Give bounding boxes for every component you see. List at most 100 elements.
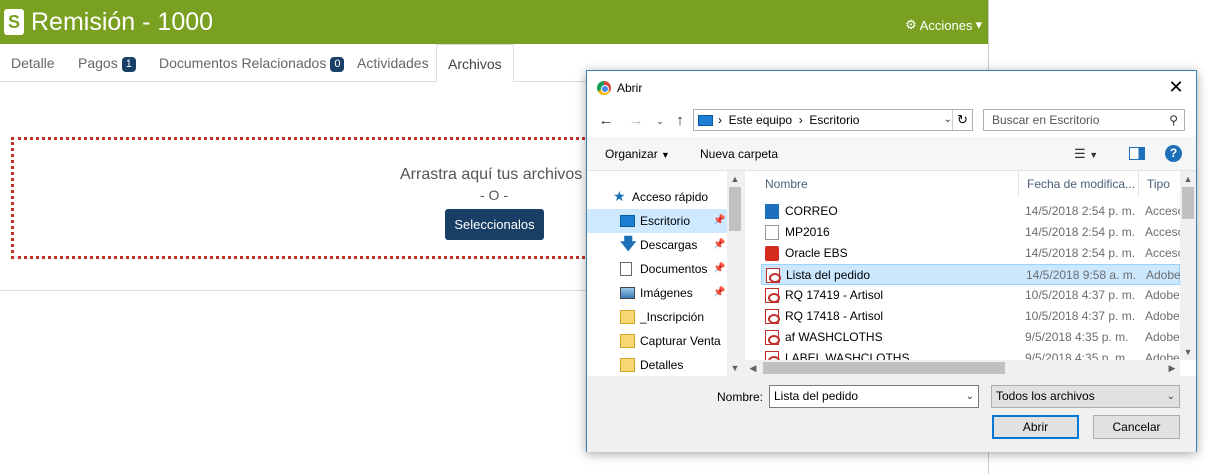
column-header: Nombre Fecha de modifica... Tipo bbox=[745, 171, 1180, 197]
up-arrow-icon[interactable]: ↑ bbox=[671, 112, 689, 130]
file-row[interactable]: MP2016 14/5/2018 2:54 p. m. Acceso bbox=[761, 222, 1184, 243]
file-row[interactable]: CORREO 14/5/2018 2:54 p. m. Acceso bbox=[761, 201, 1184, 222]
navigation-bar: ← → ⌄ ↑ › Este equipo › Escritorio ⌄ ↻ B… bbox=[587, 105, 1196, 137]
scroll-up-icon[interactable]: ▲ bbox=[727, 171, 743, 187]
file-vertical-scrollbar[interactable]: ▲ ▼ bbox=[1180, 171, 1196, 360]
file-name: CORREO bbox=[785, 204, 838, 218]
scroll-thumb[interactable] bbox=[763, 362, 1005, 374]
file-row[interactable]: RQ 17418 - Artisol 10/5/2018 4:37 p. m. … bbox=[761, 306, 1180, 327]
scroll-up-icon[interactable]: ▲ bbox=[1180, 171, 1196, 187]
file-row[interactable]: LABEL WASHCLOTHS 9/5/2018 4:35 p. m. Ado… bbox=[761, 348, 1180, 360]
file-row[interactable]: af WASHCLOTHS 9/5/2018 4:35 p. m. Adobe bbox=[761, 327, 1180, 348]
nav-item-documentos[interactable]: Documentos 📌 bbox=[587, 257, 727, 281]
scroll-thumb[interactable] bbox=[729, 187, 741, 231]
file-name: Oracle EBS bbox=[785, 246, 848, 260]
tab-archivos[interactable]: Archivos bbox=[436, 44, 514, 83]
file-type: Acceso bbox=[1145, 225, 1185, 239]
file-name: af WASHCLOTHS bbox=[785, 330, 883, 344]
file-row[interactable]: Oracle EBS 14/5/2018 2:54 p. m. Acceso bbox=[761, 243, 1184, 264]
organize-button[interactable]: Organizar ▼ bbox=[605, 147, 670, 161]
new-folder-button[interactable]: Nueva carpeta bbox=[700, 147, 778, 161]
nav-label: Acceso rápido bbox=[632, 190, 709, 204]
view-options-icon[interactable]: ☰ ▼ bbox=[1074, 146, 1098, 162]
file-date: 14/5/2018 2:54 p. m. bbox=[1025, 246, 1136, 260]
download-icon: 🡇 bbox=[620, 236, 637, 253]
caret-down-icon: ▾ bbox=[975, 17, 982, 32]
recent-locations-chevron-icon[interactable]: ⌄ bbox=[651, 112, 669, 130]
chevron-down-icon[interactable]: ⌄ bbox=[944, 110, 952, 130]
file-horizontal-scrollbar[interactable]: ◀ ▶ bbox=[745, 360, 1180, 376]
search-input[interactable]: Buscar en Escritorio ⚲ bbox=[983, 109, 1185, 131]
nav-label: Documentos bbox=[640, 262, 708, 276]
file-date: 10/5/2018 4:37 p. m. bbox=[1025, 288, 1136, 302]
scroll-right-icon[interactable]: ▶ bbox=[1164, 360, 1180, 376]
folder-icon bbox=[620, 310, 635, 324]
close-icon[interactable]: ✕ bbox=[1164, 75, 1188, 99]
chrome-icon bbox=[597, 81, 611, 95]
nav-item-escritorio[interactable]: Escritorio 📌 bbox=[587, 209, 727, 233]
nav-item-imagenes[interactable]: Imágenes 📌 bbox=[587, 281, 727, 305]
chevron-down-icon[interactable]: ⌄ bbox=[966, 386, 974, 407]
breadcrumb-folder[interactable]: Escritorio bbox=[809, 113, 859, 127]
file-type: Adobe bbox=[1145, 288, 1180, 302]
file-type-filter-select[interactable]: Todos los archivos ⌄ bbox=[991, 385, 1180, 408]
file-date: 14/5/2018 9:58 a. m. bbox=[1026, 268, 1137, 282]
nav-label: Escritorio bbox=[640, 214, 691, 228]
page-title: Remisión - 1000 bbox=[31, 8, 214, 36]
folder-icon bbox=[620, 334, 635, 348]
count-badge: 0 bbox=[330, 57, 345, 72]
nav-item-descargas[interactable]: 🡇 Descargas 📌 bbox=[587, 233, 727, 257]
scroll-down-icon[interactable]: ▼ bbox=[727, 360, 743, 376]
file-name-value: Lista del pedido bbox=[774, 389, 859, 403]
cancel-button[interactable]: Cancelar bbox=[1093, 415, 1180, 439]
tab-actividades[interactable]: Actividades bbox=[346, 44, 440, 82]
tab-detalle[interactable]: Detalle bbox=[0, 44, 66, 82]
refresh-icon[interactable]: ↻ bbox=[952, 110, 972, 130]
file-type: Adobe bbox=[1145, 351, 1180, 360]
file-date: 9/5/2018 4:35 p. m. bbox=[1025, 330, 1129, 344]
preview-pane-icon[interactable] bbox=[1129, 147, 1145, 160]
search-placeholder: Buscar en Escritorio bbox=[992, 113, 1100, 127]
nav-item-acceso-rapido[interactable]: ★ Acceso rápido bbox=[587, 185, 727, 209]
file-date: 9/5/2018 4:35 p. m. bbox=[1025, 351, 1129, 360]
nav-item-inscripcion[interactable]: _Inscripción bbox=[587, 305, 727, 329]
column-date[interactable]: Fecha de modifica... bbox=[1019, 171, 1139, 197]
nav-item-capturar-venta[interactable]: Capturar Venta bbox=[587, 329, 727, 353]
scroll-down-icon[interactable]: ▼ bbox=[1180, 344, 1196, 360]
file-row[interactable]: RQ 17419 - Artisol 10/5/2018 4:37 p. m. … bbox=[761, 285, 1180, 306]
scroll-thumb[interactable] bbox=[1182, 187, 1194, 219]
back-arrow-icon[interactable]: ← bbox=[597, 112, 615, 130]
select-files-button[interactable]: Seleccionalos bbox=[445, 209, 544, 240]
nav-label: Detalles bbox=[640, 358, 684, 372]
open-file-dialog: Abrir ✕ ← → ⌄ ↑ › Este equipo › Escritor… bbox=[586, 70, 1197, 452]
forward-arrow-icon[interactable]: → bbox=[627, 112, 645, 130]
shortcut-icon bbox=[765, 204, 779, 219]
folder-icon bbox=[620, 358, 635, 372]
file-date: 14/5/2018 2:54 p. m. bbox=[1025, 204, 1136, 218]
column-type[interactable]: Tipo bbox=[1139, 171, 1180, 197]
nav-scrollbar[interactable]: ▲ ▼ bbox=[727, 171, 743, 376]
file-date: 10/5/2018 4:37 p. m. bbox=[1025, 309, 1136, 323]
tab-label: Archivos bbox=[448, 56, 502, 72]
dropzone-or: - O - bbox=[480, 187, 508, 203]
open-button[interactable]: Abrir bbox=[992, 415, 1079, 439]
tab-label: Actividades bbox=[357, 55, 429, 71]
help-icon[interactable]: ? bbox=[1165, 145, 1182, 162]
nav-label: Descargas bbox=[640, 238, 698, 252]
file-row-selected[interactable]: Lista del pedido 14/5/2018 9:58 a. m. Ad… bbox=[761, 264, 1181, 285]
star-icon: ★ bbox=[613, 188, 626, 204]
file-name: RQ 17418 - Artisol bbox=[785, 309, 884, 323]
pin-icon: 📌 bbox=[713, 263, 726, 274]
address-bar[interactable]: › Este equipo › Escritorio ⌄ ↻ bbox=[693, 109, 973, 131]
tab-label: Detalle bbox=[11, 55, 55, 71]
column-name[interactable]: Nombre bbox=[757, 171, 1019, 197]
file-name-input[interactable]: Lista del pedido ⌄ bbox=[769, 385, 979, 408]
app-header: S Remisión - 1000 ⚙ Acciones ▾ bbox=[0, 0, 988, 44]
actions-menu-button[interactable]: ⚙ Acciones ▾ bbox=[905, 17, 982, 33]
breadcrumb-root[interactable]: Este equipo bbox=[729, 113, 792, 127]
file-name: LABEL WASHCLOTHS bbox=[785, 351, 910, 360]
tab-pagos[interactable]: Pagos 1 bbox=[67, 44, 147, 82]
nav-item-detalles[interactable]: Detalles bbox=[587, 353, 727, 377]
tab-documentos-relacionados[interactable]: Documentos Relacionados 0 bbox=[148, 44, 355, 82]
scroll-left-icon[interactable]: ◀ bbox=[745, 360, 761, 376]
